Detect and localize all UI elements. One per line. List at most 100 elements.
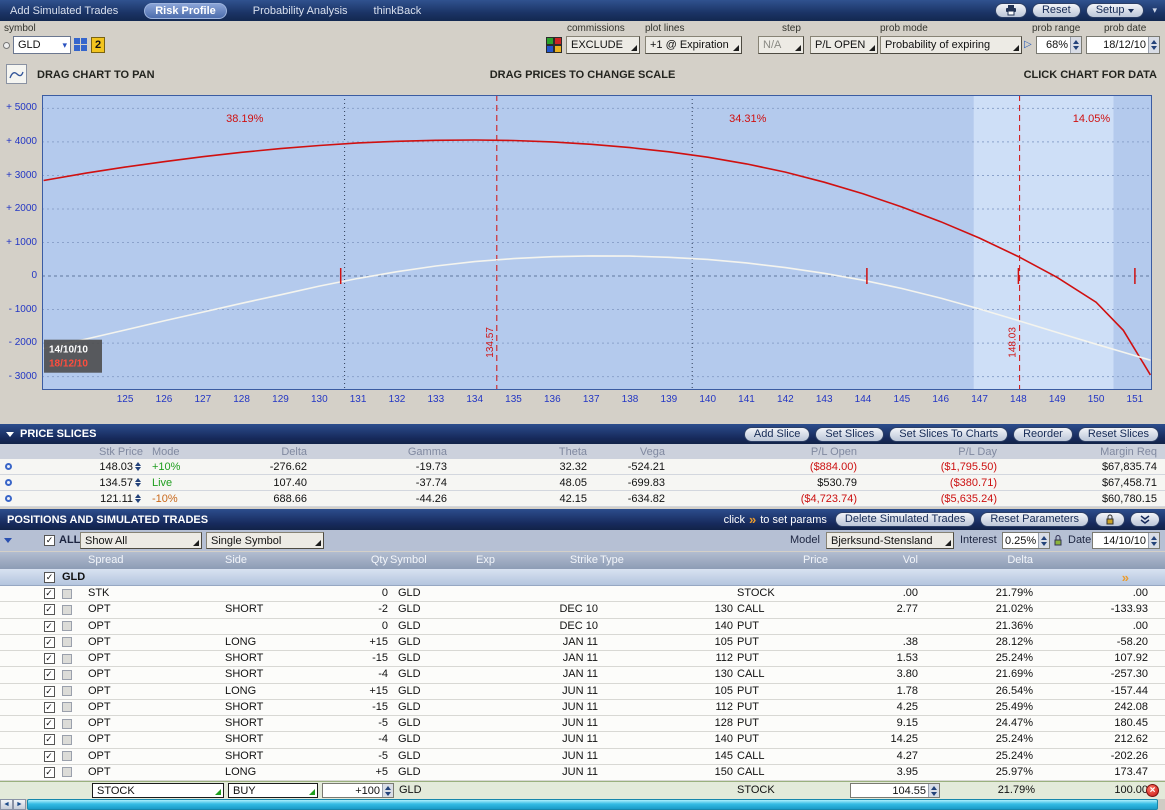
position-row[interactable]: ✓ OPT LONG +5 GLD JUN 11 150 CALL 3.95 2… [0, 765, 1165, 781]
position-row[interactable]: ✓ OPT SHORT -15 GLD JUN 11 112 PUT 4.25 … [0, 700, 1165, 716]
row-checkbox[interactable]: ✓ [44, 718, 55, 729]
slice-price-stepper[interactable] [133, 494, 143, 503]
symbol-input[interactable]: GLD ▾ [13, 36, 71, 54]
collapse-section-icon[interactable] [6, 432, 14, 437]
row-checkbox[interactable]: ✓ [44, 767, 55, 778]
row-checkbox[interactable]: ✓ [44, 588, 55, 599]
row-swatch[interactable] [62, 702, 72, 712]
slice-mode[interactable]: -10% [146, 492, 194, 506]
row-checkbox[interactable]: ✓ [44, 621, 55, 632]
prob-range-stepper[interactable]: 68% [1036, 36, 1082, 54]
position-row[interactable]: ✓ OPT SHORT -15 GLD JAN 11 112 PUT 1.53 … [0, 651, 1165, 667]
step-dropdown[interactable]: N/A [758, 36, 804, 54]
row-checkbox[interactable]: ✓ [44, 702, 55, 713]
horizontal-scrollbar[interactable]: ◄ ► [0, 799, 1165, 810]
set-slices-to-charts-button[interactable]: Set Slices To Charts [889, 427, 1008, 442]
edit-spread-dropdown[interactable]: STOCK [92, 783, 224, 798]
position-row[interactable]: ✓ OPT SHORT -4 GLD JAN 11 130 CALL 3.80 … [0, 667, 1165, 683]
row-swatch[interactable] [62, 637, 72, 647]
stepper-arrows-icon[interactable] [1038, 533, 1049, 548]
row-swatch[interactable] [62, 605, 72, 615]
tab-probability-analysis[interactable]: Probability Analysis [253, 5, 348, 17]
date-stepper[interactable]: 14/10/10 [1092, 532, 1160, 549]
scrollbar-thumb[interactable] [27, 799, 1158, 810]
slice-marker-icon[interactable] [5, 463, 12, 470]
remove-order-button[interactable]: × [1146, 784, 1159, 797]
row-swatch[interactable] [62, 751, 72, 761]
collapse-caret-icon[interactable]: ▾ [1149, 5, 1160, 16]
symbol-group-row[interactable]: ✓ GLD » [0, 569, 1165, 586]
style-grid-icon[interactable] [546, 37, 562, 53]
position-row[interactable]: ✓ OPT SHORT -5 GLD JUN 11 128 PUT 9.15 2… [0, 716, 1165, 732]
all-checkbox[interactable]: ✓ [44, 535, 55, 546]
slice-mode[interactable]: +10% [146, 460, 194, 474]
scroll-right-button[interactable]: ► [13, 799, 26, 810]
row-checkbox[interactable]: ✓ [44, 751, 55, 762]
chart-mode-button[interactable] [6, 64, 27, 84]
collapse-triangle-icon[interactable] [4, 538, 12, 543]
link-grid-icon[interactable] [74, 38, 87, 51]
row-swatch[interactable] [62, 767, 72, 777]
edit-qty-stepper[interactable]: +100 [322, 783, 394, 798]
row-swatch[interactable] [62, 621, 72, 631]
slice-mode[interactable]: Live [146, 476, 194, 490]
row-swatch[interactable] [62, 735, 72, 745]
reorder-button[interactable]: Reorder [1013, 427, 1073, 442]
row-swatch[interactable] [62, 719, 72, 729]
model-dropdown[interactable]: Bjerksund-Stensland [826, 532, 954, 549]
risk-profile-plot[interactable]: 134.57148.0338.19%34.31%14.05%14/10/1018… [42, 95, 1152, 390]
row-swatch[interactable] [62, 686, 72, 696]
position-row[interactable]: ✓ OPT LONG +15 GLD JAN 11 105 PUT .38 28… [0, 635, 1165, 651]
interest-stepper[interactable]: 0.25% [1002, 532, 1050, 549]
slice-marker-icon[interactable] [5, 495, 12, 502]
slice-price-stepper[interactable] [133, 462, 143, 471]
position-row[interactable]: ✓ OPT 0 GLD DEC 10 140 PUT 21.36% .00 [0, 619, 1165, 635]
set-slices-button[interactable]: Set Slices [815, 427, 884, 442]
show-all-dropdown[interactable]: Show All [80, 532, 202, 549]
position-row[interactable]: ✓ OPT SHORT -5 GLD JUN 11 145 CALL 4.27 … [0, 749, 1165, 765]
plot-lines-dropdown[interactable]: +1 @ Expiration [645, 36, 742, 54]
reset-slices-button[interactable]: Reset Slices [1078, 427, 1159, 442]
stepper-arrows-icon[interactable] [1148, 533, 1159, 548]
row-checkbox[interactable]: ✓ [44, 734, 55, 745]
delete-simulated-trades-button[interactable]: Delete Simulated Trades [835, 512, 975, 527]
commissions-dropdown[interactable]: EXCLUDE [566, 36, 640, 54]
add-slice-button[interactable]: Add Slice [744, 427, 810, 442]
setup-button[interactable]: Setup [1086, 3, 1145, 18]
edit-side-dropdown[interactable]: BUY [228, 783, 318, 798]
interest-lock-icon[interactable] [1053, 534, 1063, 546]
row-swatch[interactable] [62, 589, 72, 599]
group-checkbox[interactable]: ✓ [44, 572, 55, 583]
edit-price-stepper[interactable]: 104.55 [850, 783, 940, 798]
row-checkbox[interactable]: ✓ [44, 686, 55, 697]
pl-mode-dropdown[interactable]: P/L OPEN [810, 36, 878, 54]
play-icon[interactable]: ▷ [1024, 39, 1032, 50]
position-row[interactable]: ✓ OPT SHORT -2 GLD DEC 10 130 CALL 2.77 … [0, 602, 1165, 618]
scroll-left-button[interactable]: ◄ [0, 799, 13, 810]
prob-date-stepper[interactable]: 18/12/10 [1086, 36, 1160, 54]
tab-risk-profile[interactable]: Risk Profile [144, 3, 227, 19]
symbol-dropdown-icon[interactable]: ▾ [62, 41, 67, 50]
stepper-arrows-icon[interactable] [1148, 37, 1159, 53]
stepper-arrows-icon[interactable] [382, 784, 393, 797]
stepper-arrows-icon[interactable] [928, 784, 939, 797]
single-symbol-dropdown[interactable]: Single Symbol [206, 532, 324, 549]
reset-parameters-button[interactable]: Reset Parameters [980, 512, 1089, 527]
link-number-badge[interactable]: 2 [91, 37, 105, 53]
collapse-panel-button[interactable] [1130, 512, 1160, 527]
row-checkbox[interactable]: ✓ [44, 653, 55, 664]
prob-mode-dropdown[interactable]: Probability of expiring [880, 36, 1022, 54]
position-row[interactable]: ✓ STK 0 GLD STOCK .00 21.79% .00 [0, 586, 1165, 602]
row-checkbox[interactable]: ✓ [44, 637, 55, 648]
row-checkbox[interactable]: ✓ [44, 604, 55, 615]
row-swatch[interactable] [62, 670, 72, 680]
row-checkbox[interactable]: ✓ [44, 669, 55, 680]
stepper-arrows-icon[interactable] [1070, 37, 1081, 53]
tab-thinkback[interactable]: thinkBack [374, 5, 422, 17]
print-button[interactable] [995, 3, 1027, 18]
row-swatch[interactable] [62, 654, 72, 664]
x-axis-labels[interactable]: 1251261271281291301311321331341351361371… [42, 394, 1152, 408]
slice-marker-icon[interactable] [5, 479, 12, 486]
position-row[interactable]: ✓ OPT LONG +15 GLD JUN 11 105 PUT 1.78 2… [0, 684, 1165, 700]
position-row[interactable]: ✓ OPT SHORT -4 GLD JUN 11 140 PUT 14.25 … [0, 732, 1165, 748]
